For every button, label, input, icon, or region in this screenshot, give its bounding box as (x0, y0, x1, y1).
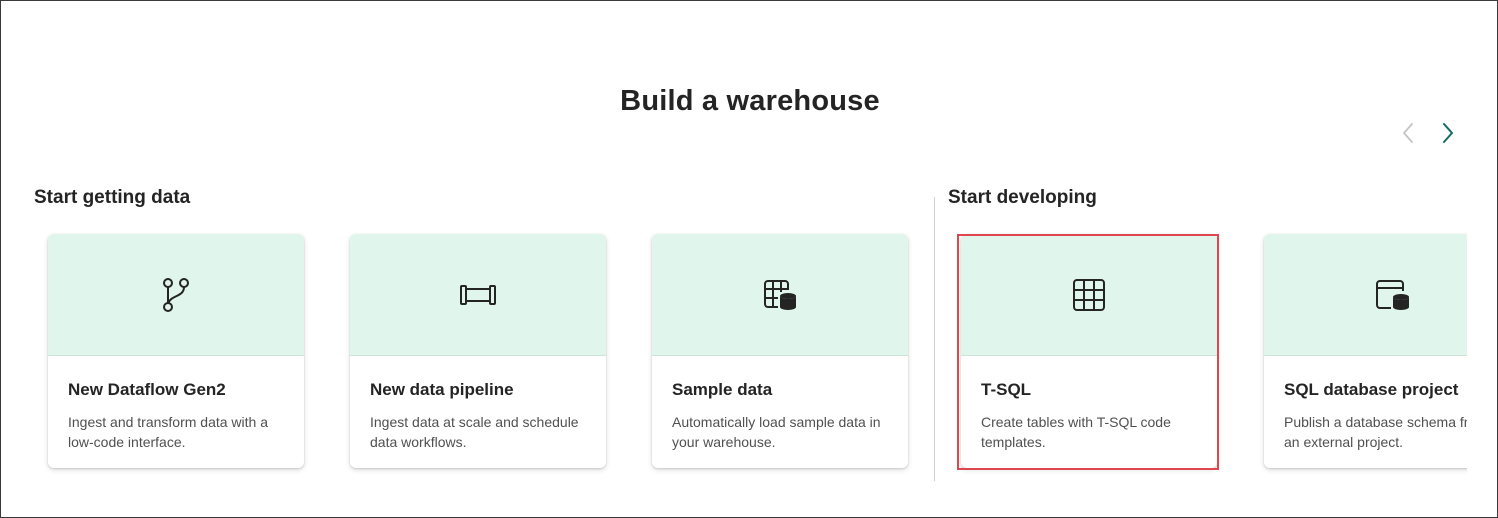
section-label-getting-data: Start getting data (34, 187, 191, 208)
card-title: New Dataflow Gen2 (68, 380, 226, 399)
card-title: SQL database project (1284, 380, 1459, 399)
carousel-next-button[interactable] (1434, 119, 1462, 147)
carousel-prev-button[interactable] (1394, 119, 1422, 147)
card-header (48, 234, 304, 356)
card-sample-data[interactable]: Sample data Automatically load sample da… (652, 234, 908, 468)
card-title: Sample data (672, 380, 773, 399)
card-description: Publish a database schema from an extern… (1284, 412, 1467, 452)
cards-carousel: New Dataflow Gen2 Ingest and transform d… (1, 221, 1467, 491)
card-header (652, 234, 908, 356)
card-description-line: Publish a database schema from (1284, 414, 1467, 430)
card-description: Ingest data at scale and schedule data w… (370, 414, 579, 450)
card-header (1264, 234, 1467, 356)
warehouse-start-panel: Build a warehouse Start getting data Sta… (0, 0, 1498, 518)
page-title: Build a warehouse (620, 85, 880, 117)
chevron-right-icon (1443, 123, 1453, 143)
card-new-dataflow-gen2[interactable]: New Dataflow Gen2 Ingest and transform d… (48, 234, 304, 468)
card-description: Ingest and transform data with a low-cod… (68, 414, 268, 450)
card-new-data-pipeline[interactable]: New data pipeline Ingest data at scale a… (350, 234, 606, 468)
chevron-left-icon (1403, 123, 1413, 143)
card-t-sql[interactable]: T-SQL Create tables with T-SQL code temp… (961, 234, 1217, 468)
pipeline-icon (460, 284, 496, 305)
database-window-icon (1376, 279, 1409, 310)
card-title: T-SQL (981, 380, 1032, 399)
section-label-developing: Start developing (948, 187, 1097, 208)
card-header (350, 234, 606, 356)
table-grid-icon (1073, 278, 1105, 311)
card-description-line: an external project. (1284, 434, 1404, 450)
card-description: Create tables with T-SQL code templates. (981, 414, 1171, 450)
card-header (961, 234, 1217, 356)
card-description: Automatically load sample data in your w… (672, 414, 881, 450)
card-title: New data pipeline (370, 380, 514, 399)
table-database-icon (764, 279, 796, 310)
card-sql-database-project[interactable]: SQL database project Publish a database … (1264, 234, 1467, 468)
dataflow-branch-icon (163, 277, 189, 312)
